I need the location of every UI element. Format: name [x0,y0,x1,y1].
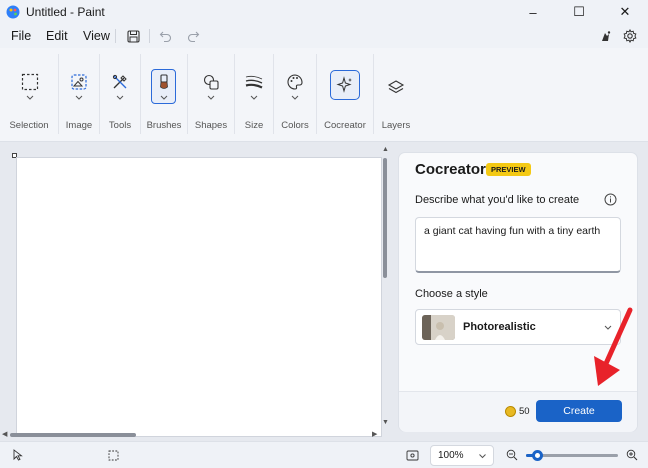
describe-label: Describe what you'd like to create [415,194,580,206]
title-bar: Untitled - Paint – ☐ ✕ [0,0,648,24]
shapes-label: Shapes [194,120,228,131]
zoom-value: 100% [438,450,464,461]
panel-footer: 50 Create [399,392,637,432]
create-button[interactable]: Create [536,400,622,422]
tools-label: Tools [108,120,132,131]
chevron-down-icon [207,95,215,100]
credit-count: 50 [519,406,530,417]
menu-divider [149,29,150,43]
fit-to-window-icon[interactable] [405,448,419,462]
paint-app-icon [6,5,20,19]
tools-group[interactable]: Tools [100,48,140,142]
layers-icon [384,76,408,100]
image-group[interactable]: Image [59,48,99,142]
image-label: Image [65,120,93,131]
chevron-down-icon [26,95,34,100]
horizontal-scroll-thumb[interactable] [10,433,136,437]
menu-bar: File Edit View [0,24,648,48]
colors-label: Colors [281,120,309,131]
shapes-group[interactable]: Shapes [188,48,234,142]
credit-coin-icon [505,406,516,417]
zoom-in-icon[interactable] [625,448,639,462]
size-group[interactable]: Size [235,48,273,142]
panel-title: Cocreator [415,161,486,178]
vertical-scrollbar[interactable]: ▲ ▼ [381,146,389,430]
maximize-button[interactable]: ☐ [556,0,602,24]
cursor-position-icon [10,448,24,462]
cocreator-label: Cocreator [324,120,366,131]
ribbon-toolbar: Selection Image Tools Brushes Shapes Siz… [0,48,648,142]
preview-badge: PREVIEW [486,163,531,176]
style-thumbnail [422,315,455,340]
menu-view[interactable]: View [83,29,110,43]
palette-icon [283,70,307,94]
size-label: Size [244,120,264,131]
selection-label: Selection [9,120,49,131]
selection-size-icon [106,448,120,462]
size-icon [242,70,266,94]
menu-file[interactable]: File [11,29,31,43]
chevron-down-icon [75,95,83,100]
shapes-icon [199,70,223,94]
zoom-slider-thumb[interactable] [531,450,543,461]
status-bar: 100% [0,441,648,468]
accessibility-icon[interactable] [596,27,614,45]
brushes-group[interactable]: Brushes [141,48,187,142]
cocreator-panel: Cocreator PREVIEW Describe what you'd li… [398,152,638,432]
scroll-down-icon[interactable]: ▼ [382,419,389,426]
brush-icon [152,70,176,94]
prompt-input[interactable]: a giant cat having fun with a tiny earth [415,217,621,273]
brushes-label: Brushes [146,120,182,131]
chevron-down-icon [160,95,168,100]
menu-divider [115,29,116,43]
chevron-down-icon [479,454,486,459]
style-label: Choose a style [415,288,488,300]
settings-icon[interactable] [621,27,639,45]
chevron-down-icon [116,95,124,100]
scroll-right-icon[interactable]: ▶ [372,430,377,438]
chevron-down-icon [250,95,258,100]
cocreator-group[interactable]: Cocreator [317,48,373,142]
close-button[interactable]: ✕ [602,0,648,24]
minimize-button[interactable]: – [510,0,556,24]
horizontal-scrollbar[interactable]: ◀ ▶ [2,430,384,439]
scroll-up-icon[interactable]: ▲ [382,146,389,153]
selection-icon [18,70,42,94]
menu-edit[interactable]: Edit [46,29,68,43]
layers-label: Layers [381,120,411,131]
cocreator-icon [333,73,357,97]
annotation-arrow-icon [594,307,633,386]
redo-icon[interactable] [184,27,202,45]
chevron-down-icon [291,95,299,100]
colors-group[interactable]: Colors [274,48,316,142]
save-icon[interactable] [124,27,142,45]
scroll-left-icon[interactable]: ◀ [2,430,7,438]
style-value: Photorealistic [463,321,536,333]
zoom-dropdown[interactable]: 100% [430,445,494,466]
undo-icon[interactable] [156,27,174,45]
drawing-canvas[interactable] [16,157,382,437]
tools-icon [108,70,132,94]
image-icon [67,70,91,94]
layers-group[interactable]: Layers [374,48,418,142]
vertical-scroll-thumb[interactable] [383,158,387,278]
info-icon[interactable] [604,193,617,206]
zoom-out-icon[interactable] [505,448,519,462]
selection-group[interactable]: Selection [0,48,58,142]
window-title: Untitled - Paint [26,5,105,19]
